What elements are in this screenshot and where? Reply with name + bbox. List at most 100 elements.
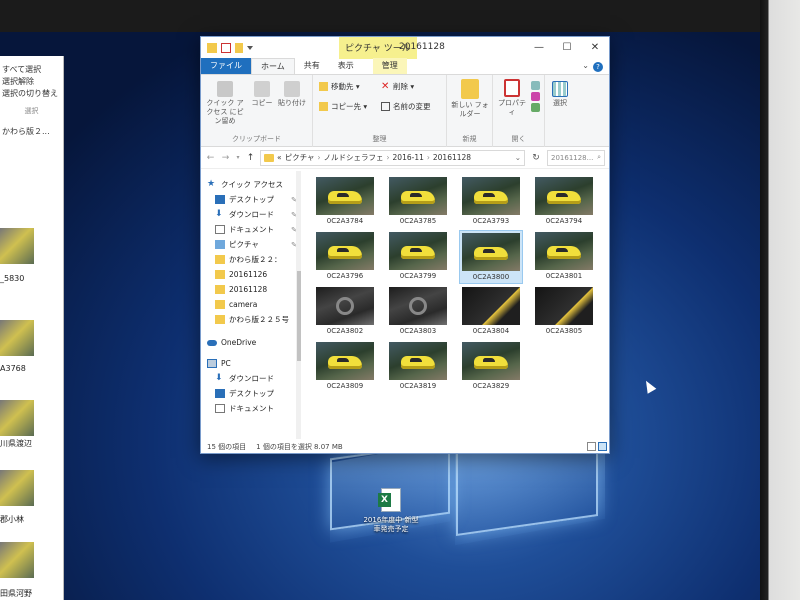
bg-photo-thumbnail[interactable] [0,400,34,436]
tab-view[interactable]: 表示 [329,58,363,74]
file-explorer-window[interactable]: ピクチャ ツール 20161128 — ☐ ✕ ファイル ホーム 共有 表示 管… [200,36,610,454]
background-explorer-window[interactable]: すべて選択 選択解除 選択の切り替え 選択 かわら版２... _5830 A37… [0,56,64,600]
close-button[interactable]: ✕ [581,37,609,59]
minimize-button[interactable]: — [525,37,553,59]
desktop-excel-file[interactable]: 2016年度中 新型 車発売予定 [356,488,426,534]
breadcrumb[interactable]: 20161128 [433,153,471,162]
file-list[interactable]: 0C2A3784 0C2A3785 0C2A3793 0C2A3794 0C2A3796… [311,171,606,439]
title-bar[interactable]: ピクチャ ツール 20161128 — ☐ ✕ [201,37,609,59]
nav-folder[interactable]: かわら版２２： [201,252,301,267]
maximize-button[interactable]: ☐ [553,37,581,59]
nav-quick-access[interactable]: ★ クイック アクセス [201,177,301,192]
bg-photo-thumbnail[interactable] [0,320,34,356]
nav-scrollbar-thumb[interactable] [297,271,301,361]
nav-pc-documents[interactable]: ドキュメント [201,401,301,416]
file-item[interactable]: 0C2A3799 [386,230,450,284]
delete-button[interactable]: ✕ 削除 ▾ [381,81,414,92]
tab-manage[interactable]: 管理 [372,58,407,74]
select-none-command[interactable]: 選択解除 [0,76,63,88]
new-folder-qa-icon[interactable] [235,43,243,53]
tab-share[interactable]: 共有 [295,58,329,74]
address-bar[interactable]: « ピクチャ › ノルドシェラフェ › 2016-11 › 20161128 ⌄ [260,149,525,166]
bg-photo-thumbnail[interactable] [0,470,34,506]
nav-onedrive[interactable]: OneDrive [201,335,301,350]
help-icon[interactable]: ? [593,62,603,72]
tab-home[interactable]: ホーム [251,58,295,74]
file-item[interactable]: 0C2A3819 [386,340,450,394]
file-item[interactable]: 0C2A3829 [459,340,523,394]
desktop-icon-label-line: 2016年度中 新型 [363,516,419,524]
file-name: 0C2A3801 [545,272,583,280]
copy-to-button[interactable]: コピー先 ▾ [319,101,367,112]
nav-documents[interactable]: ドキュメント ✎ [201,222,301,237]
nav-folder[interactable]: 20161128 [201,282,301,297]
nav-pc[interactable]: PC [201,356,301,371]
bg-photo-thumbnail[interactable] [0,542,34,578]
nav-downloads[interactable]: ⬇ ダウンロード ✎ [201,207,301,222]
navigation-pane[interactable]: ★ クイック アクセス デスクトップ ✎ ⬇ ダウンロード ✎ ドキュメント ✎… [201,171,301,439]
file-item[interactable]: 0C2A3803 [386,285,450,339]
properties-qa-icon[interactable] [221,43,231,53]
tab-file[interactable]: ファイル [201,58,251,74]
address-overflow[interactable]: « [277,153,282,162]
bg-photo-thumbnail[interactable] [0,228,34,264]
properties-label: プロパティ [498,99,526,116]
forward-icon[interactable]: → [220,153,231,163]
bg-photo-caption: _5830 [0,274,25,283]
details-view-icon[interactable] [587,442,596,451]
file-name: 0C2A3809 [326,382,364,390]
rename-button[interactable]: 名前の変更 [381,101,431,112]
select-all-command[interactable]: すべて選択 [0,64,63,76]
bg-photo-caption: A3768 [0,364,26,373]
copy-icon [254,81,270,97]
move-to-button[interactable]: 移動先 ▾ [319,81,360,92]
file-item[interactable]: 0C2A3796 [313,230,377,284]
qa-dropdown-icon[interactable] [247,46,253,50]
select-button[interactable]: 選択 [549,81,571,108]
pin-quick-access-button[interactable]: クイック アクセス にピン留め [205,81,245,126]
file-item[interactable]: 0C2A3793 [459,175,523,229]
nav-pictures[interactable]: ピクチャ ✎ [201,237,301,252]
nav-folder[interactable]: camera [201,297,301,312]
file-item[interactable]: 0C2A3801 [532,230,596,284]
rename-label: 名前の変更 [393,102,431,111]
file-item[interactable]: 0C2A3800 [459,230,523,284]
nav-folder[interactable]: 20161126 [201,267,301,282]
recent-locations-icon[interactable]: ▾ [235,154,241,161]
file-item[interactable]: 0C2A3802 [313,285,377,339]
bg-folder-item[interactable]: かわら版２... [0,126,63,138]
refresh-icon[interactable]: ↻ [529,153,543,163]
properties-button[interactable]: プロパティ [495,79,529,117]
file-item[interactable]: 0C2A3785 [386,175,450,229]
paste-button[interactable]: 貼り付け [277,81,307,108]
chevron-down-icon[interactable]: ⌄ [582,61,589,70]
photo-subject [328,356,362,369]
file-item[interactable]: 0C2A3794 [532,175,596,229]
file-name: 0C2A3805 [545,327,583,335]
file-item[interactable]: 0C2A3804 [459,285,523,339]
chevron-right-icon: › [317,153,321,162]
search-input[interactable]: 20161128... ⌕ [547,149,605,166]
nav-pc-desktop[interactable]: デスクトップ [201,386,301,401]
file-name: 0C2A3819 [399,382,437,390]
document-icon [215,225,225,234]
large-icons-view-icon[interactable] [598,442,607,451]
nav-pc-downloads[interactable]: ⬇ ダウンロード [201,371,301,386]
file-item[interactable]: 0C2A3784 [313,175,377,229]
up-icon[interactable]: ↑ [245,153,256,163]
file-item[interactable]: 0C2A3809 [313,340,377,394]
breadcrumb[interactable]: ノルドシェラフェ [324,152,384,163]
breadcrumb[interactable]: 2016-11 [393,153,424,162]
new-folder-button[interactable]: 新しい フォルダー [451,79,489,119]
nav-desktop[interactable]: デスクトップ ✎ [201,192,301,207]
back-icon[interactable]: ← [205,153,216,163]
nav-scrollbar[interactable] [296,171,301,439]
open-options-button[interactable] [529,81,541,114]
nav-folder[interactable]: かわら版２２５号 [201,312,301,327]
invert-selection-command[interactable]: 選択の切り替え [0,88,63,100]
file-item[interactable]: 0C2A3805 [532,285,596,339]
window-title: 20161128 [399,42,445,52]
copy-button[interactable]: コピー [249,81,275,108]
breadcrumb[interactable]: ピクチャ [285,152,315,163]
address-dropdown-icon[interactable]: ⌄ [515,153,521,162]
